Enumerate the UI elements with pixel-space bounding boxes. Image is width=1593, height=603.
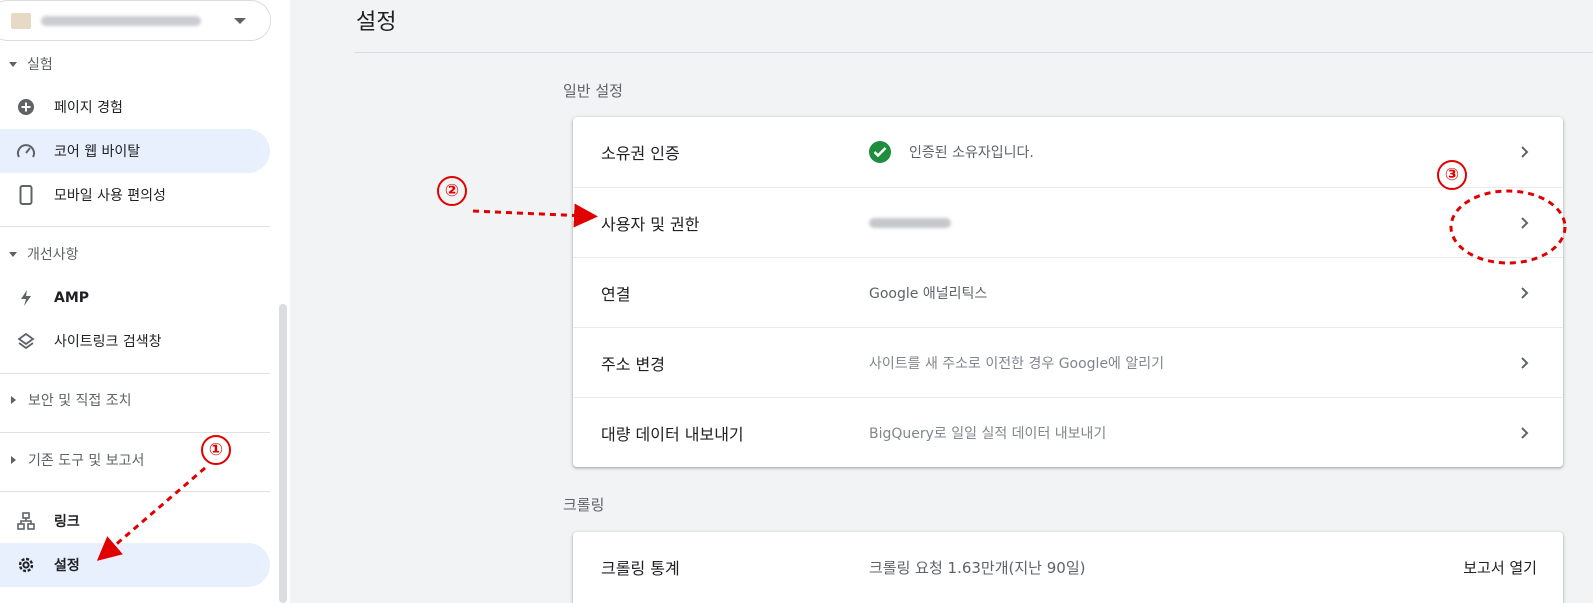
annotation-step-2: ② [437,176,467,206]
annotation-overlay [96,189,1567,561]
annotation-ellipse-3 [1449,189,1567,265]
annotation-step-1: ① [201,435,231,465]
annotation-arrow-1 [96,466,206,561]
annotation-step-3: ③ [1437,160,1467,190]
annotation-arrow-2 [472,203,598,228]
